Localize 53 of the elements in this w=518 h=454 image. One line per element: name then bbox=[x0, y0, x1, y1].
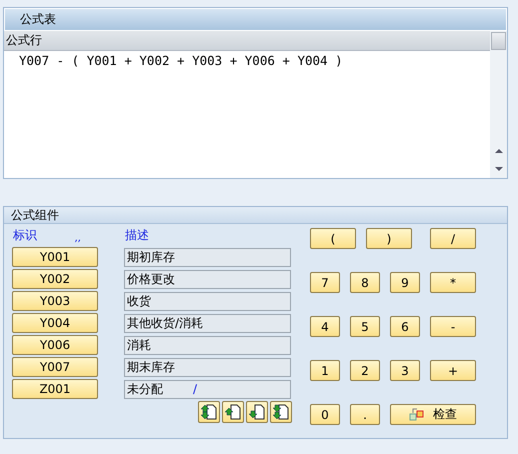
formula-text: Y007 - ( Y001 + Y002 + Y003 + Y006 + Y004 ) bbox=[19, 53, 343, 68]
move-button[interactable] bbox=[270, 401, 292, 423]
page-arrow-icon bbox=[201, 404, 217, 420]
note-text: / bbox=[193, 382, 198, 396]
component-button[interactable]: Y001 bbox=[12, 247, 98, 267]
description-text: 消耗 bbox=[127, 336, 151, 354]
scrollbar[interactable] bbox=[490, 31, 507, 178]
component-button[interactable]: Z001 bbox=[12, 379, 98, 399]
keypad-button[interactable]: 1 bbox=[310, 360, 340, 381]
keypad-button[interactable]: 5 bbox=[350, 316, 380, 337]
keypad-button[interactable]: ) bbox=[366, 228, 412, 249]
keypad-button[interactable]: 0 bbox=[310, 404, 340, 425]
description-text: 未分配 bbox=[127, 380, 163, 398]
description-text: 期初库存 bbox=[127, 248, 175, 266]
keypad-button[interactable]: 9 bbox=[390, 272, 420, 293]
move-button[interactable] bbox=[246, 401, 268, 423]
check-icon bbox=[409, 406, 425, 422]
scroll-thumb[interactable] bbox=[491, 32, 506, 50]
move-button[interactable] bbox=[222, 401, 244, 423]
column-label: 描述 bbox=[125, 227, 149, 244]
component-button[interactable]: Y006 bbox=[12, 335, 98, 355]
component-button[interactable]: Y003 bbox=[12, 291, 98, 311]
page-arrow-icon bbox=[225, 404, 241, 420]
component-button[interactable]: Y002 bbox=[12, 269, 98, 289]
column-header: 公式行 bbox=[4, 31, 490, 51]
keypad-button[interactable]: 检查 bbox=[390, 404, 476, 425]
move-button[interactable] bbox=[198, 401, 220, 423]
keypad-button[interactable]: . bbox=[350, 404, 380, 425]
keypad-button[interactable]: - bbox=[430, 316, 476, 337]
component-button[interactable]: Y007 bbox=[12, 357, 98, 377]
component-button[interactable]: Y004 bbox=[12, 313, 98, 333]
page-arrow-icon bbox=[249, 404, 265, 420]
panel-title: 公式组件 bbox=[4, 207, 507, 224]
scroll-up-icon[interactable] bbox=[494, 148, 504, 154]
keypad-button[interactable]: + bbox=[430, 360, 476, 381]
column-mark: ,, bbox=[75, 233, 82, 244]
description-text: 期末库存 bbox=[127, 358, 175, 376]
keypad-button[interactable]: 3 bbox=[390, 360, 420, 381]
keypad-button[interactable]: ( bbox=[310, 228, 356, 249]
keypad-button[interactable]: 7 bbox=[310, 272, 340, 293]
description-text: 其他收货/消耗 bbox=[127, 314, 204, 332]
keypad-button[interactable]: 8 bbox=[350, 272, 380, 293]
column-label: 标识 bbox=[12, 227, 38, 244]
keypad-button[interactable]: * bbox=[430, 272, 476, 293]
panel-title: 公式表 bbox=[4, 8, 507, 31]
keypad-button[interactable]: / bbox=[430, 228, 476, 249]
description-text: 收货 bbox=[127, 292, 151, 310]
keypad-button[interactable]: 6 bbox=[390, 316, 420, 337]
page-arrow-icon bbox=[273, 404, 289, 420]
description-text: 价格更改 bbox=[127, 270, 175, 288]
keypad-button[interactable]: 2 bbox=[350, 360, 380, 381]
keypad-button[interactable]: 4 bbox=[310, 316, 340, 337]
scroll-down-icon[interactable] bbox=[494, 166, 504, 172]
